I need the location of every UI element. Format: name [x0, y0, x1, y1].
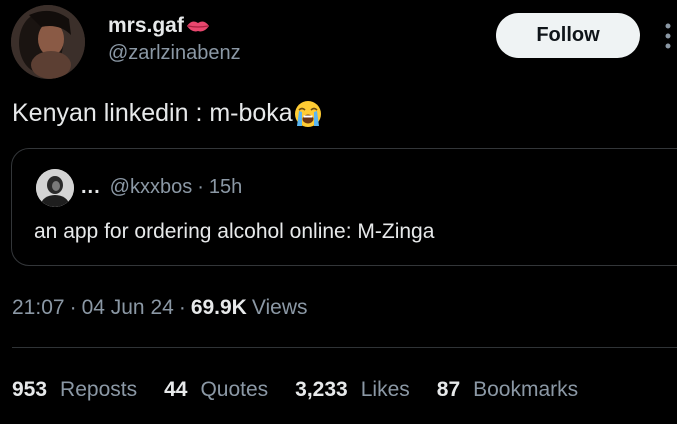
reposts-stat[interactable]: 953 Reposts	[12, 378, 137, 402]
divider	[12, 347, 677, 348]
likes-count: 3,233	[295, 378, 348, 401]
quoted-author-handle[interactable]: @kxxbos	[110, 176, 193, 199]
quoted-tweet-text: an app for ordering alcohol online: M-Zi…	[34, 220, 435, 243]
more-options-icon[interactable]	[664, 22, 672, 50]
follow-button[interactable]: Follow	[496, 13, 640, 58]
separator-dot: ·	[197, 176, 204, 198]
quoted-author-avatar[interactable]	[36, 169, 74, 207]
reposts-count: 953	[12, 378, 48, 401]
separator-dot: ·	[178, 296, 186, 319]
quotes-count: 44	[164, 378, 188, 401]
tweet-date[interactable]: 04 Jun 24	[82, 296, 174, 320]
likes-stat[interactable]: 3,233 Likes	[295, 378, 410, 402]
quoted-tweet-card[interactable]: ... @kxxbos · 15h an app for ordering al…	[11, 148, 677, 266]
quotes-label: Quotes	[200, 378, 269, 401]
tweet-body: Kenyan linkedin : m-boka	[12, 99, 322, 128]
author-avatar[interactable]	[11, 5, 85, 79]
tweet-text: Kenyan linkedin : m-boka	[12, 99, 293, 127]
bookmarks-label: Bookmarks	[473, 378, 579, 401]
bookmarks-stat[interactable]: 87 Bookmarks	[437, 378, 578, 402]
lips-icon	[186, 21, 209, 32]
author-name-text: mrs.gaf	[108, 14, 184, 37]
views-count: 69.9K	[190, 296, 247, 319]
likes-label: Likes	[360, 378, 410, 401]
bookmarks-count: 87	[436, 378, 461, 401]
engagement-stats: 953 Reposts 44 Quotes 3,233 Likes 87 Boo…	[12, 378, 605, 402]
separator-dot: ·	[69, 296, 77, 319]
quoted-tweet-header: ... @kxxbos · 15h	[81, 176, 242, 199]
views-label: Views	[251, 296, 308, 319]
reposts-label: Reposts	[60, 378, 138, 401]
quoted-tweet-time[interactable]: 15h	[209, 176, 242, 199]
quotes-stat[interactable]: 44 Quotes	[164, 378, 268, 402]
loudly-crying-face-icon	[294, 100, 321, 127]
author-display-name[interactable]: mrs.gaf	[108, 14, 210, 38]
author-handle[interactable]: @zarlzinabenz	[108, 42, 241, 65]
quoted-author-name[interactable]: ...	[81, 176, 101, 199]
tweet-time[interactable]: 21:07	[12, 296, 65, 320]
tweet-meta: 21:07 · 04 Jun 24 · 69.9K Views	[12, 296, 308, 320]
